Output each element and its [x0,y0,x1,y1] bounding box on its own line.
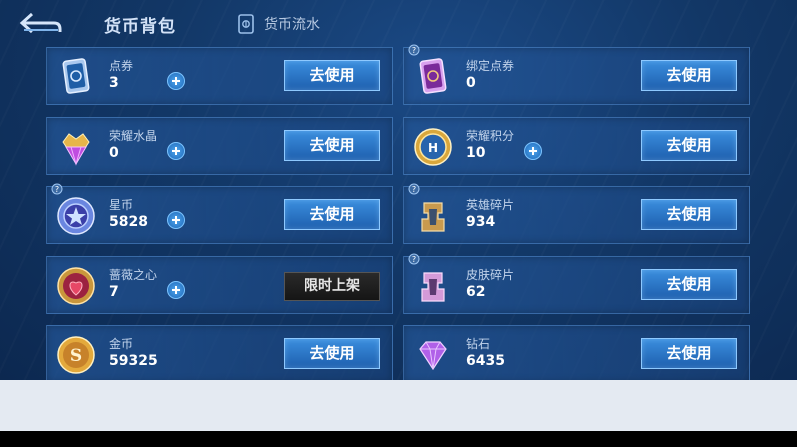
currency-name: 钻石 [466,337,491,351]
svg-text:?: ? [412,46,416,55]
currency-card-coupon: 点券 3 去使用 [46,47,393,105]
currency-card-diamond: 钻石 6435 去使用 [403,325,750,380]
use-hero-fragment-button[interactable]: 去使用 [641,199,737,230]
gold-coin-icon: S [57,336,95,374]
info-badge-icon[interactable]: ? [408,44,420,56]
currency-amount: 6435 [466,353,505,369]
currency-card-gold-coin: S 金币 59325 去使用 [46,325,393,380]
currency-amount: 10 [466,145,486,161]
currency-amount: 0 [466,75,476,91]
currency-card-bound-coupon: ? 绑定点券 0 去使用 [403,44,750,105]
tab-currency-wallet[interactable]: 货币背包 [104,12,176,37]
add-glory-crystal-button[interactable] [167,142,185,160]
skin-fragment-icon [421,272,445,302]
use-bound-coupon-button[interactable]: 去使用 [641,60,737,91]
currency-name: 点券 [109,59,134,73]
svg-text:?: ? [412,255,416,264]
add-rose-heart-button[interactable] [167,281,185,299]
currency-amount: 0 [109,145,119,161]
currency-card-star-coin: ? 星币 5828 去使用 [46,183,393,244]
currency-card-skin-fragment: ? 皮肤碎片 62 去使用 [403,253,750,314]
top-bar: 货币背包 货币流水 [0,0,797,46]
back-arrow-icon [19,12,62,34]
info-badge-icon[interactable]: ? [51,183,63,195]
use-diamond-button[interactable]: 去使用 [641,338,737,369]
currency-card-glory-points: H 荣耀积分 10 去使用 [403,117,750,175]
currency-card-glory-crystal: 荣耀水晶 0 去使用 [46,117,393,175]
tab-currency-flow[interactable]: 货币流水 [236,13,320,35]
diamond-icon [419,341,447,371]
star-coin-icon [57,197,95,235]
use-glory-points-button[interactable]: 去使用 [641,130,737,161]
svg-text:H: H [428,141,438,155]
currency-name: 绑定点券 [466,59,515,73]
svg-text:?: ? [412,185,416,194]
currency-amount: 62 [466,284,486,300]
currency-amount: 5828 [109,214,148,230]
bound-coupon-card-icon [419,58,447,94]
currency-amount: 7 [109,284,119,300]
currency-amount: 3 [109,75,119,91]
glory-points-icon: H [414,128,452,166]
info-badge-icon[interactable]: ? [408,183,420,195]
svg-text:?: ? [55,185,59,194]
currency-name: 荣耀积分 [466,129,515,143]
bottom-bar [0,380,797,431]
use-coupon-button[interactable]: 去使用 [284,60,380,91]
svg-text:S: S [70,346,82,366]
ledger-icon [238,14,254,34]
hero-fragment-icon [421,202,445,232]
currency-name: 荣耀水晶 [109,129,158,143]
currency-name: 皮肤碎片 [466,268,515,282]
currency-card-hero-fragment: ? 英雄碎片 934 去使用 [403,183,750,244]
glory-crystal-icon [62,133,90,166]
back-button[interactable] [18,10,62,36]
currency-name: 英雄碎片 [466,198,515,212]
use-gold-coin-button[interactable]: 去使用 [284,338,380,369]
currency-wallet-screen: 货币背包 货币流水 点券 3 去使用 ? 绑定点券 0 去使用 荣耀水晶 0 去… [0,0,797,380]
add-star-coin-button[interactable] [167,211,185,229]
use-glory-crystal-button[interactable]: 去使用 [284,130,380,161]
currency-name: 蔷薇之心 [109,268,158,282]
currency-name: 星币 [109,198,134,212]
add-coupon-button[interactable] [167,72,185,90]
coupon-card-icon [62,58,90,94]
info-badge-icon[interactable]: ? [408,253,420,265]
use-skin-fragment-button[interactable]: 去使用 [641,269,737,300]
currency-amount: 59325 [109,353,158,369]
limited-time-button[interactable]: 限时上架 [284,272,380,301]
currency-name: 金币 [109,337,134,351]
use-star-coin-button[interactable]: 去使用 [284,199,380,230]
tab-currency-flow-label: 货币流水 [264,17,320,33]
currency-card-rose-heart: 蔷薇之心 7 限时上架 [46,256,393,314]
add-glory-points-button[interactable] [524,142,542,160]
rose-heart-icon [57,267,95,305]
currency-amount: 934 [466,214,496,230]
